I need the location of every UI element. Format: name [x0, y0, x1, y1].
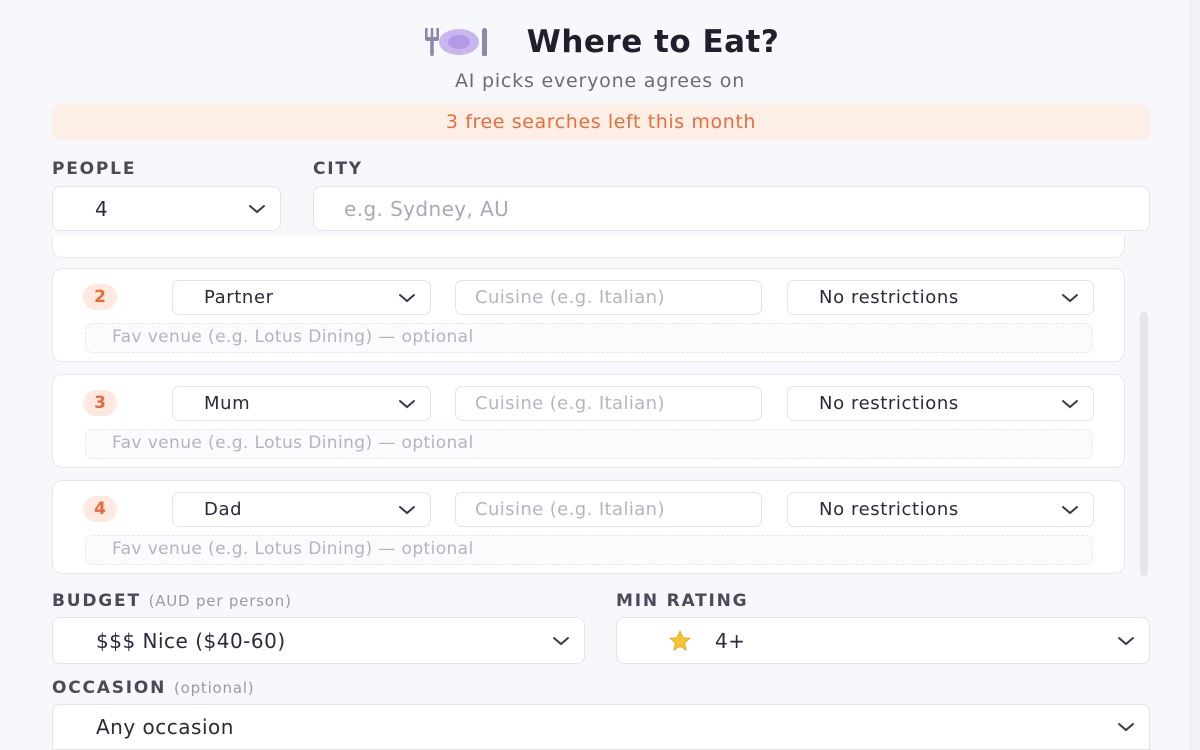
member-number-badge: 3: [83, 390, 117, 416]
member-who-value: Dad: [204, 499, 243, 520]
star-icon: [669, 629, 691, 651]
occasion-label-text: OCCASION: [52, 678, 167, 698]
member-diet-select[interactable]: No restrictions: [787, 386, 1094, 421]
chevron-down-icon: [1062, 399, 1078, 408]
page-title: Where to Eat?: [526, 24, 780, 60]
city-placeholder: e.g. Sydney, AU: [344, 196, 510, 221]
people-select[interactable]: 4: [52, 186, 281, 231]
chevron-down-icon: [399, 293, 415, 302]
member-cuisine-input[interactable]: Cuisine (e.g. Italian): [455, 492, 762, 527]
member-cuisine-input[interactable]: Cuisine (e.g. Italian): [455, 386, 762, 421]
member-diet-value: No restrictions: [819, 499, 959, 520]
member-diet-value: No restrictions: [819, 287, 959, 308]
member-number-badge: 4: [83, 496, 117, 522]
member-who-select[interactable]: Dad: [172, 492, 431, 527]
city-input[interactable]: e.g. Sydney, AU: [313, 186, 1150, 231]
page-subtitle: AI picks everyone agrees on: [454, 70, 746, 92]
budget-label-text: BUDGET: [52, 591, 141, 611]
occasion-select[interactable]: Any occasion: [52, 704, 1150, 750]
chevron-down-icon: [553, 636, 569, 645]
member-card: 4 Dad Cuisine (e.g. Italian) No restrict…: [52, 480, 1125, 574]
chevron-down-icon: [1062, 505, 1078, 514]
member-card: 2 Partner Cuisine (e.g. Italian) No rest…: [52, 268, 1125, 362]
fav-venue-input[interactable]: Fav venue (e.g. Lotus Dining) — optional: [85, 429, 1093, 459]
cuisine-placeholder: Cuisine (e.g. Italian): [475, 287, 665, 308]
fav-venue-input[interactable]: Fav venue (e.g. Lotus Dining) — optional: [85, 323, 1093, 353]
member-diet-select[interactable]: No restrictions: [787, 280, 1094, 315]
cuisine-placeholder: Cuisine (e.g. Italian): [475, 499, 665, 520]
members-scrollbar[interactable]: [1140, 312, 1148, 576]
plate-fork-knife-icon: [421, 25, 493, 59]
chevron-down-icon: [399, 505, 415, 514]
budget-value: $$$ Nice ($40-60): [96, 628, 286, 653]
people-label: PEOPLE: [52, 159, 137, 179]
occasion-value: Any occasion: [96, 715, 234, 739]
rating-label: MIN RATING: [616, 591, 749, 611]
page-edge: [1189, 0, 1200, 750]
member-cuisine-input[interactable]: Cuisine (e.g. Italian): [455, 280, 762, 315]
rating-value: 4+: [715, 628, 746, 653]
occasion-hint: (optional): [173, 679, 255, 697]
budget-select[interactable]: $$$ Nice ($40-60): [52, 617, 585, 664]
chevron-down-icon: [1118, 723, 1134, 732]
member-card: 3 Mum Cuisine (e.g. Italian) No restrict…: [52, 374, 1125, 468]
budget-hint: (AUD per person): [148, 592, 292, 610]
member-who-select[interactable]: Mum: [172, 386, 431, 421]
occasion-label: OCCASION (optional): [52, 678, 254, 698]
member-who-value: Mum: [204, 393, 251, 414]
chevron-down-icon: [1118, 636, 1134, 645]
min-rating-select[interactable]: 4+: [616, 617, 1150, 664]
city-label: CITY: [313, 159, 363, 179]
member-who-select[interactable]: Partner: [172, 280, 431, 315]
member-diet-select[interactable]: No restrictions: [787, 492, 1094, 527]
chevron-down-icon: [399, 399, 415, 408]
chevron-down-icon: [249, 204, 265, 213]
fav-venue-input[interactable]: Fav venue (e.g. Lotus Dining) — optional: [85, 535, 1093, 565]
people-value: 4: [95, 196, 109, 221]
member-diet-value: No restrictions: [819, 393, 959, 414]
member-who-value: Partner: [204, 287, 274, 308]
app-header: Where to Eat? AI picks everyone agrees o…: [0, 22, 1200, 92]
member-card-1-partial: [52, 236, 1125, 258]
budget-label: BUDGET (AUD per person): [52, 591, 292, 611]
chevron-down-icon: [1062, 293, 1078, 302]
cuisine-placeholder: Cuisine (e.g. Italian): [475, 393, 665, 414]
free-searches-banner: 3 free searches left this month: [52, 104, 1150, 140]
member-number-badge: 2: [83, 284, 117, 310]
